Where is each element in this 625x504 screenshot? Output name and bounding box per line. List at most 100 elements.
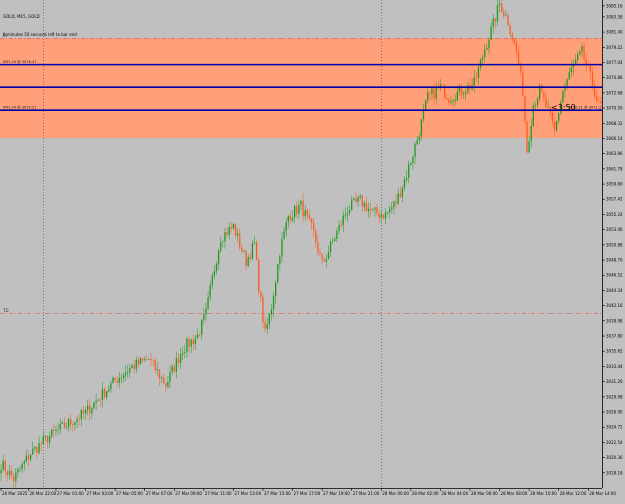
candle-body [260, 291, 262, 298]
candle-body [228, 227, 230, 236]
candle [380, 209, 382, 224]
candle [393, 200, 395, 215]
y-tick-label: 3044.34 [606, 288, 623, 293]
dashed-level-label: TD [2, 308, 9, 313]
candle [38, 436, 40, 455]
x-tick-label: 27 Mar 07:00 [146, 491, 173, 496]
x-tick-label: 26 Mar 22:00 [30, 491, 57, 496]
candle [137, 356, 140, 369]
candle-body [393, 201, 395, 208]
candle-body [243, 250, 245, 252]
candle-body [29, 454, 32, 460]
candle-body [201, 319, 203, 335]
candle-body [547, 107, 549, 108]
candle-body [253, 242, 256, 244]
candle-body [241, 247, 243, 252]
candle-body [114, 377, 116, 381]
bar-countdown: <3:50 [551, 103, 576, 112]
candle [357, 195, 359, 208]
candle-body [365, 202, 368, 212]
candle-body [87, 405, 89, 410]
candle [367, 202, 370, 219]
candle-body [498, 3, 501, 6]
candle-body [581, 46, 583, 52]
candle-body [287, 216, 289, 223]
candle-body [325, 258, 328, 262]
candle [61, 421, 63, 425]
candle-body [424, 100, 427, 111]
candle [131, 363, 133, 369]
candle-body [446, 98, 448, 100]
candle [120, 373, 123, 384]
candle [344, 207, 347, 220]
candle-body [13, 475, 15, 482]
candle-body [475, 77, 477, 79]
candle-body [91, 408, 93, 414]
candle-body [435, 87, 437, 99]
candle [528, 135, 530, 154]
candle [505, 9, 507, 17]
candle [258, 258, 260, 296]
candle [160, 375, 163, 384]
candle-body [403, 179, 406, 188]
candle-body [203, 314, 205, 320]
candle-body [467, 84, 469, 93]
candle-body [93, 402, 95, 409]
candle [108, 384, 110, 393]
candle [228, 222, 230, 240]
candle-body [116, 380, 118, 383]
candle-body [452, 100, 454, 102]
candle [97, 399, 99, 402]
candle [562, 90, 564, 104]
candle [70, 414, 72, 431]
candle [300, 200, 302, 211]
candle-body [27, 455, 30, 460]
candle [125, 365, 127, 382]
candle [234, 223, 237, 239]
candle [209, 281, 211, 301]
candle-body [496, 5, 499, 22]
candle-body [19, 468, 21, 470]
candle-body [515, 42, 518, 52]
candle-body [429, 92, 431, 94]
candle [74, 421, 76, 431]
candle-body [175, 358, 178, 372]
candle-body [399, 193, 401, 197]
candle-body [380, 214, 382, 218]
candle [306, 208, 308, 220]
candle-body [374, 207, 376, 210]
candle [395, 193, 397, 209]
candle [57, 423, 59, 436]
candle-body [490, 26, 492, 40]
candle-body [135, 359, 137, 370]
candle [384, 207, 387, 225]
candle-body [84, 409, 87, 414]
candle [4, 459, 6, 478]
candle-body [310, 218, 313, 224]
candle-body [46, 435, 49, 443]
candle-body [283, 231, 285, 239]
candle [196, 328, 199, 339]
candle [405, 170, 408, 183]
chart-window[interactable]: INTD INTL.HI @ 3076.473076.733073.50INTL… [0, 0, 625, 500]
candle-body [258, 259, 260, 292]
candle-body [319, 252, 321, 255]
candle-body [545, 97, 547, 108]
candle [424, 99, 427, 111]
x-tick-label: 28 Mar 10:00 [530, 491, 557, 496]
candle [291, 210, 294, 223]
candle-body [501, 3, 503, 13]
candle [277, 263, 279, 284]
candle [397, 187, 399, 206]
candle [232, 222, 235, 231]
candle [99, 397, 101, 408]
candle-body [313, 223, 315, 231]
candle [167, 375, 169, 389]
candle-body [103, 388, 106, 398]
candle-body [34, 446, 36, 449]
x-tick-label: 27 Mar 15:00 [264, 491, 291, 496]
x-tick-label: 28 Mar 00:00 [382, 491, 409, 496]
price-chart[interactable]: INTD INTL.HI @ 3076.473076.733073.50INTL… [0, 0, 625, 500]
candle [93, 401, 95, 410]
candle [190, 338, 192, 354]
